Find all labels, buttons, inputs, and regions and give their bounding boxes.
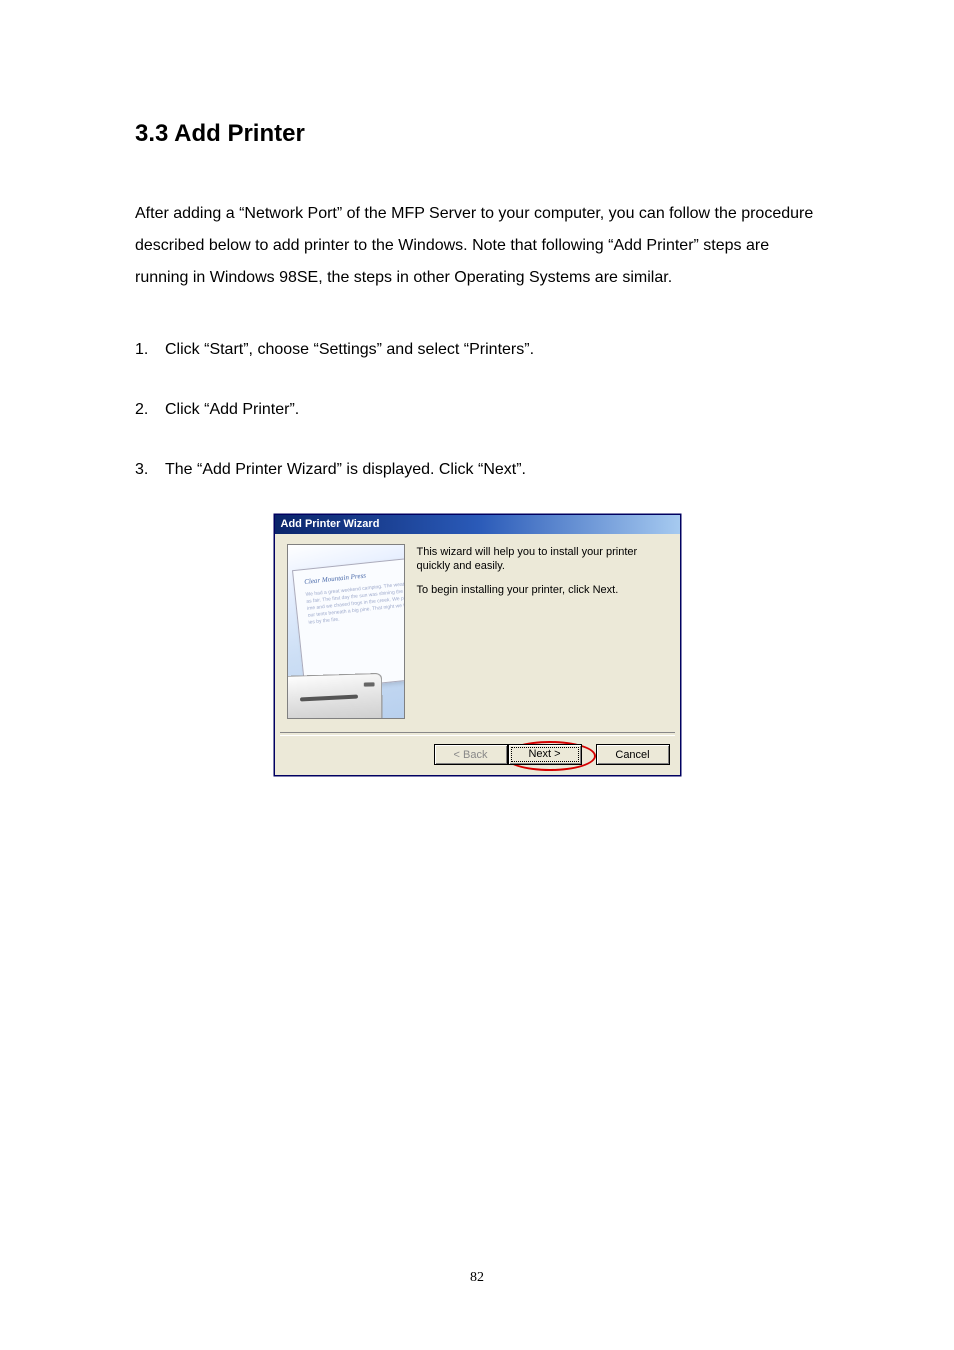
wizard-text-line-1: This wizard will help you to install you… — [417, 546, 668, 574]
printer-button-graphic — [363, 682, 374, 686]
list-item: 2. Click “Add Printer”. — [135, 394, 819, 426]
list-item: 3. The “Add Printer Wizard” is displayed… — [135, 454, 819, 486]
paper-sheet-graphic: Clear Mountain Press We had a great week… — [291, 556, 404, 691]
list-number: 3. — [135, 454, 165, 486]
list-number: 1. — [135, 334, 165, 366]
section-heading: 3.3 Add Printer — [135, 120, 819, 148]
cancel-button[interactable]: Cancel — [596, 744, 670, 765]
dialog-button-row: < Back Next > Cancel — [275, 736, 680, 775]
wizard-text-line-2: To begin installing your printer, click … — [417, 584, 668, 598]
dialog-body: Clear Mountain Press We had a great week… — [275, 534, 680, 732]
paper-body-lines: We had a great weekend camping. The weat… — [305, 580, 405, 650]
wizard-illustration: Clear Mountain Press We had a great week… — [287, 544, 405, 719]
wizard-body-text: This wizard will help you to install you… — [405, 544, 668, 732]
list-text: Click “Start”, choose “Settings” and sel… — [165, 334, 819, 366]
next-button-label: Next > — [509, 745, 581, 764]
list-text: The “Add Printer Wizard” is displayed. C… — [165, 454, 819, 486]
intro-paragraph: After adding a “Network Port” of the MFP… — [135, 198, 819, 294]
dialog-titlebar[interactable]: Add Printer Wizard — [275, 515, 680, 534]
paper-heading: Clear Mountain Press — [303, 572, 365, 586]
step-list: 1. Click “Start”, choose “Settings” and … — [135, 334, 819, 486]
list-number: 2. — [135, 394, 165, 426]
list-item: 1. Click “Start”, choose “Settings” and … — [135, 334, 819, 366]
add-printer-wizard-dialog: Add Printer Wizard Clear Mountain Press … — [274, 514, 681, 776]
list-text: Click “Add Printer”. — [165, 394, 819, 426]
back-button: < Back — [434, 744, 508, 765]
page-number: 82 — [0, 1270, 954, 1286]
next-button[interactable]: Next > — [508, 744, 582, 765]
